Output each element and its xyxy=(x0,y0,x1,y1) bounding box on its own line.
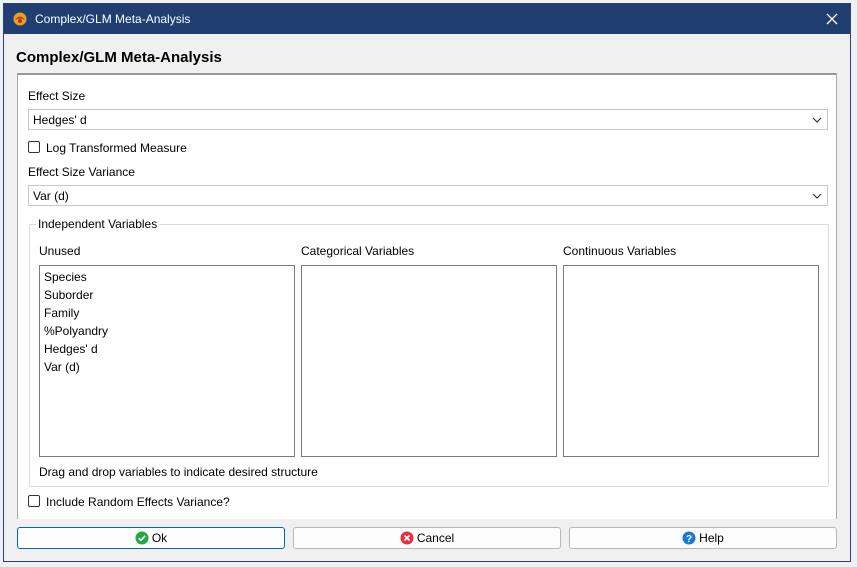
chevron-down-icon xyxy=(812,117,822,123)
variance-select[interactable]: Var (d) xyxy=(28,185,828,206)
unused-listbox[interactable]: Species Suborder Family %Polyandry Hedges' d… xyxy=(39,265,295,457)
random-effects-label: Include Random Effects Variance? xyxy=(46,495,230,509)
log-transformed-label: Log Transformed Measure xyxy=(46,141,187,155)
group-legend: Independent Variables xyxy=(36,217,160,231)
list-item[interactable]: Species xyxy=(40,268,294,286)
settings-panel: Effect Size Hedges' d Log Transformed Me… xyxy=(17,73,837,519)
window-title: Complex/GLM Meta-Analysis xyxy=(35,12,191,26)
list-item[interactable]: %Polyandry xyxy=(40,322,294,340)
effect-size-select[interactable]: Hedges' d xyxy=(28,109,828,130)
effect-size-value: Hedges' d xyxy=(33,113,87,127)
x-circle-icon xyxy=(400,531,414,545)
list-item[interactable]: Hedges' d xyxy=(40,340,294,358)
independent-variables-group: Independent Variables Unused Categorical… xyxy=(29,217,829,487)
app-logo-icon xyxy=(13,12,27,26)
help-button[interactable]: ? Help xyxy=(569,527,837,549)
random-effects-checkbox[interactable] xyxy=(28,495,40,507)
title-bar[interactable]: Complex/GLM Meta-Analysis xyxy=(4,4,850,34)
list-item[interactable]: Family xyxy=(40,304,294,322)
list-item[interactable]: Var (d) xyxy=(40,358,294,376)
variance-value: Var (d) xyxy=(33,189,69,203)
check-circle-icon xyxy=(135,531,149,545)
svg-text:?: ? xyxy=(686,534,692,545)
unused-label: Unused xyxy=(39,244,81,258)
categorical-listbox[interactable] xyxy=(301,265,557,457)
close-icon[interactable] xyxy=(822,9,842,29)
continuous-label: Continuous Variables xyxy=(563,244,677,258)
chevron-down-icon xyxy=(812,193,822,199)
drag-hint: Drag and drop variables to indicate desi… xyxy=(39,465,318,479)
dialog-heading: Complex/GLM Meta-Analysis xyxy=(16,49,222,66)
effect-size-label: Effect Size xyxy=(28,89,86,103)
cancel-button[interactable]: Cancel xyxy=(293,527,561,549)
log-transformed-checkbox[interactable] xyxy=(28,141,40,153)
categorical-label: Categorical Variables xyxy=(301,244,415,258)
dialog-window: Complex/GLM Meta-Analysis Complex/GLM Me… xyxy=(3,3,851,562)
variance-label: Effect Size Variance xyxy=(28,165,135,179)
cancel-label: Cancel xyxy=(416,531,455,545)
help-circle-icon: ? xyxy=(682,531,696,545)
list-item[interactable]: Suborder xyxy=(40,286,294,304)
ok-button[interactable]: Ok xyxy=(17,527,285,549)
continuous-listbox[interactable] xyxy=(563,265,819,457)
help-label: Help xyxy=(699,531,724,545)
ok-label: Ok xyxy=(151,531,168,545)
